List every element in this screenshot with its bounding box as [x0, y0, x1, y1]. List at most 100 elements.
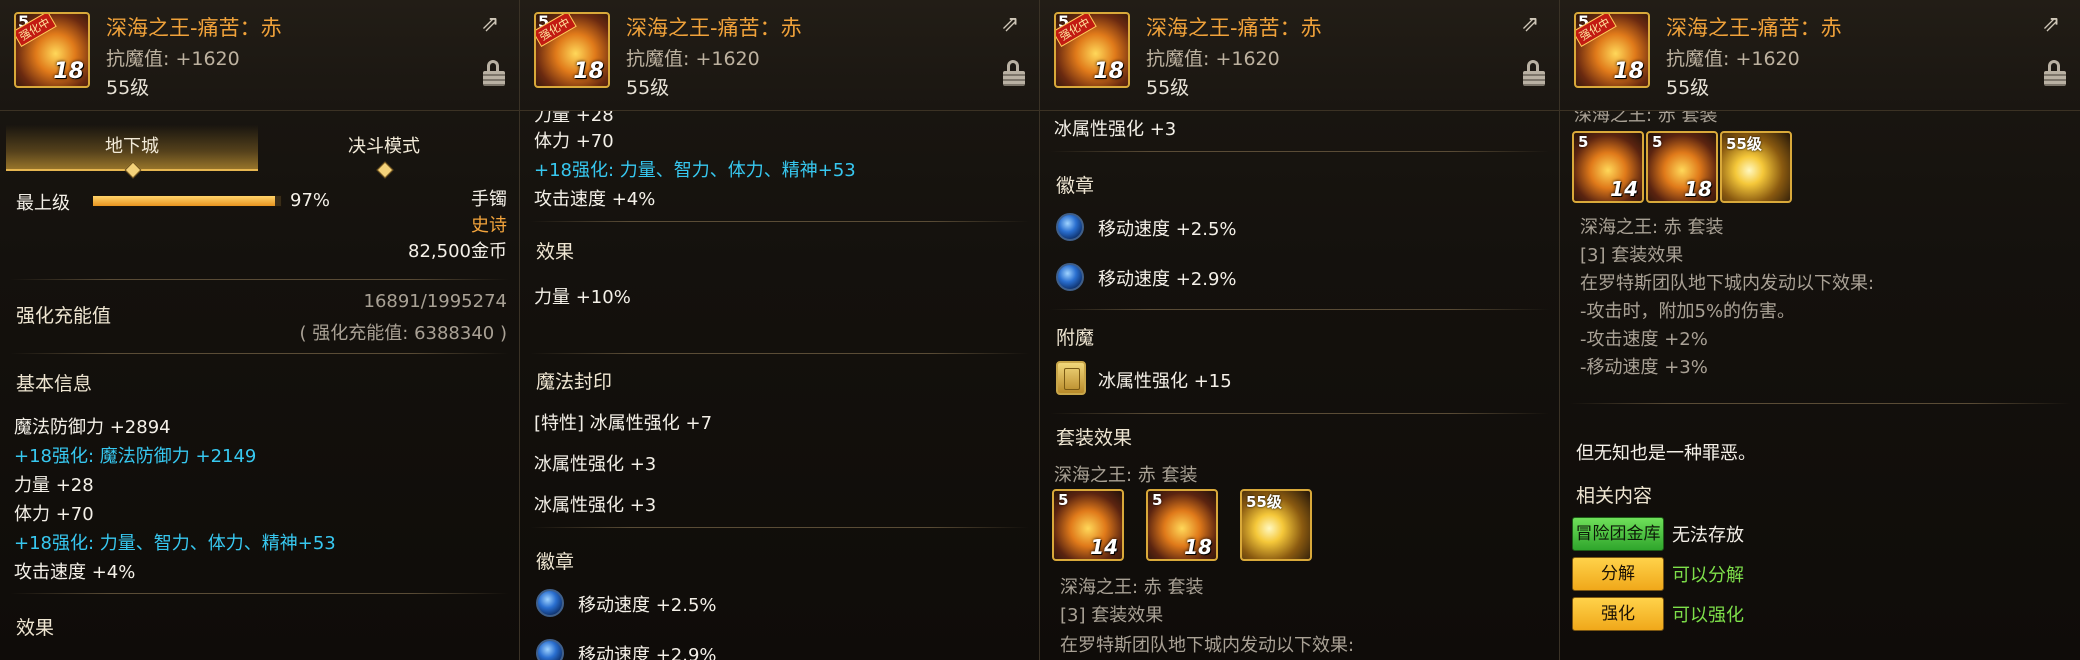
tooltip-panel-3: 5 强化中 18 深海之王-痛苦：赤 抗魔值: +1620 55级 ⇗ 冰属性强… [1040, 0, 1560, 660]
thumb-level: 18 [53, 59, 84, 84]
divider [1050, 151, 1549, 152]
emblem-line: 移动速度 +2.5% [1098, 219, 1237, 240]
set-effect-line: 在罗特斯团队地下城内发动以下效果: [1580, 273, 1875, 294]
divider [530, 527, 1029, 528]
thumb-level: 18 [1093, 59, 1124, 84]
emblem-line: 移动速度 +2.9% [1098, 269, 1237, 290]
divider [530, 353, 1029, 354]
item-thumbnail[interactable]: 5 强化中 18 [14, 12, 90, 88]
tooltip-panel-4: 5 强化中 18 深海之王-痛苦：赤 抗魔值: +1620 55级 ⇗ 深海之王… [1560, 0, 2080, 660]
tab-duel[interactable]: 决斗模式 [258, 125, 510, 179]
item-header: 5 强化中 18 深海之王-痛苦：赤 抗魔值: +1620 55级 ⇗ [1040, 0, 1559, 111]
set-item-icon[interactable]: 55级 [1720, 131, 1792, 203]
stat-line: +18强化: 力量、智力、体力、精神+53 [14, 533, 336, 554]
set-caption: 深海之王: 赤 套装 [1580, 217, 1724, 238]
tab-diamond-icon [376, 161, 394, 179]
set-item-icon[interactable]: 55级 [1240, 489, 1312, 561]
set-title: 套装效果 [1056, 427, 1133, 449]
disassemble-button[interactable]: 分解 [1572, 557, 1664, 591]
tooltip-body: 深海之王: 赤 套装 5 14 5 18 55级 深海之王: 赤 套装 [3] … [1560, 111, 2080, 660]
enhance-button[interactable]: 强化 [1572, 597, 1664, 631]
set-item-level: 18 [1684, 177, 1712, 201]
set-item-icon[interactable]: 5 18 [1146, 489, 1218, 561]
item-thumbnail[interactable]: 5 强化中 18 [1574, 12, 1650, 88]
tab-dungeon[interactable]: 地下城 [6, 125, 258, 179]
stat-line: 攻击速度 +4% [534, 189, 656, 210]
item-header: 5 强化中 18 深海之王-痛苦：赤 抗魔值: +1620 55级 ⇗ [1560, 0, 2080, 111]
mode-tabs: 地下城 决斗模式 [6, 125, 510, 179]
related-title: 相关内容 [1576, 485, 1653, 507]
charge-progress: 16891/1995274 [363, 291, 508, 312]
lock-icon[interactable] [1523, 60, 1545, 86]
item-name: 深海之王-痛苦：赤 [1666, 16, 1842, 40]
emblem-line: 移动速度 +2.5% [578, 595, 717, 616]
item-stat: 抗魔值: +1620 [1666, 48, 1800, 70]
set-item-level: 14 [1090, 535, 1118, 559]
set-item-icon[interactable]: 5 14 [1052, 489, 1124, 561]
slot-type: 手镯 [471, 189, 507, 210]
emblem-line: 移动速度 +2.9% [578, 645, 717, 660]
set-item-top-label: 5 [1152, 491, 1163, 509]
seal-title: 魔法封印 [536, 371, 613, 393]
tooltip-strip: 5 强化中 18 深海之王-痛苦：赤 抗魔值: +1620 55级 ⇗ 地下城 … [0, 0, 2080, 660]
divider [10, 353, 509, 354]
tooltip-body: 冰属性强化 +3 徽章 移动速度 +2.5% 移动速度 +2.9% 附魔 冰属性… [1040, 111, 1559, 660]
set-effect-line-cut: 在罗特斯团队地下城内发动以下效果: [1060, 635, 1355, 656]
stat-line: +18强化: 力量、智力、体力、精神+53 [534, 160, 856, 181]
set-name-cut: 深海之王: 赤 套装 [1574, 111, 1718, 126]
enchant-card-icon [1056, 361, 1086, 395]
charge-label: 强化充能值 [16, 305, 112, 327]
divider [530, 221, 1029, 222]
stat-line: 攻击速度 +4% [14, 562, 136, 583]
lock-icon[interactable] [2044, 60, 2066, 86]
related-status: 无法存放 [1672, 525, 1744, 546]
grade-bar-fill [93, 196, 276, 206]
item-name: 深海之王-痛苦：赤 [626, 16, 802, 40]
grade-label: 最上级 [16, 193, 70, 214]
set-name: 深海之王: 赤 套装 [1054, 465, 1198, 486]
emblem-orb-icon [536, 589, 564, 617]
seal-line: [特性] 冰属性强化 +7 [534, 413, 713, 434]
stat-line-cut: 力量 +28 [534, 111, 614, 126]
tab-dungeon-label: 地下城 [105, 136, 159, 157]
set-effect-label: [3] 套装效果 [1580, 245, 1684, 266]
share-icon[interactable]: ⇗ [1521, 14, 1547, 36]
flavor-text: 但无知也是一种罪恶。 [1576, 443, 1756, 464]
divider [1570, 403, 2070, 404]
item-level: 55级 [1146, 77, 1190, 99]
item-name: 深海之王-痛苦：赤 [106, 16, 282, 40]
tab-duel-label: 决斗模式 [348, 136, 420, 157]
item-thumbnail[interactable]: 5 强化中 18 [1054, 12, 1130, 88]
emblem-title: 徽章 [536, 551, 575, 573]
set-item-icon[interactable]: 5 14 [1572, 131, 1644, 203]
item-header: 5 强化中 18 深海之王-痛苦：赤 抗魔值: +1620 55级 ⇗ [0, 0, 519, 111]
charge-value: ( 强化充能值: 6388340 ) [299, 323, 507, 344]
effect-title: 效果 [16, 617, 55, 639]
thumb-level: 18 [573, 59, 604, 84]
lock-icon[interactable] [1003, 60, 1025, 86]
share-icon[interactable]: ⇗ [1001, 14, 1027, 36]
set-item-level-label: 55级 [1726, 135, 1762, 153]
share-icon[interactable]: ⇗ [2042, 14, 2068, 36]
share-icon[interactable]: ⇗ [481, 14, 507, 36]
set-effect-line: -移动速度 +3% [1580, 357, 1708, 378]
stat-line: +18强化: 魔法防御力 +2149 [14, 446, 257, 467]
emblem-orb-icon [1056, 213, 1084, 241]
adventure-vault-button[interactable]: 冒险团金库 [1572, 517, 1664, 551]
emblem-orb-icon [1056, 263, 1084, 291]
related-status: 可以强化 [1672, 605, 1744, 626]
lock-icon[interactable] [483, 60, 505, 86]
stat-line: 体力 +70 [534, 131, 614, 152]
grade-bar [92, 195, 282, 207]
related-status: 可以分解 [1672, 565, 1744, 586]
set-item-top-label: 5 [1652, 133, 1663, 151]
emblem-title: 徽章 [1056, 175, 1095, 197]
set-item-level-label: 55级 [1246, 493, 1282, 511]
seal-line: 冰属性强化 +3 [534, 495, 657, 516]
item-thumbnail[interactable]: 5 强化中 18 [534, 12, 610, 88]
set-item-top-label: 5 [1578, 133, 1589, 151]
item-level: 55级 [626, 77, 670, 99]
thumb-level: 18 [1613, 59, 1644, 84]
item-stat: 抗魔值: +1620 [106, 48, 240, 70]
set-item-icon[interactable]: 5 18 [1646, 131, 1718, 203]
